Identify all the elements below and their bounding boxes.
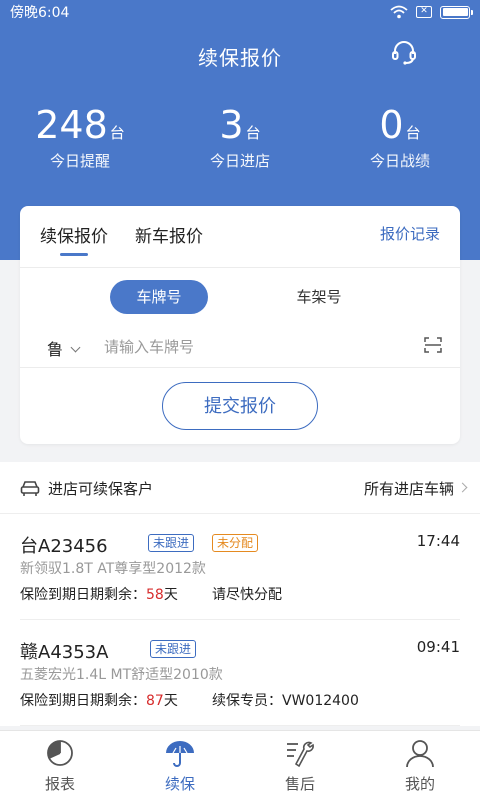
quote-tabs: 续保报价 新车报价 报价记录 [20,206,460,268]
stat-unit: 台 [245,124,261,142]
tab-label: 续保 [164,775,195,793]
user-icon [406,740,434,768]
umbrella-icon [166,741,194,767]
stat-label: 今日战绩 [369,152,430,170]
days-remaining: 58 [146,587,164,603]
status-badge: 未跟进 [148,534,195,552]
stat-label: 今日提醒 [49,152,110,170]
battery-level [442,8,468,16]
plate-input[interactable] [104,334,404,360]
list-item[interactable]: 赣A4353A 未跟进 09:41 五菱宏光1.4L MT舒适型2010款 保险… [20,620,460,726]
stat-value: 3 [219,103,244,147]
days-unit: 天 [163,587,178,603]
stat-unit: 台 [109,124,125,142]
search-type-toggle: 车牌号 车架号 [20,280,460,314]
car-icon [20,481,40,496]
days-remaining: 87 [146,693,164,709]
tab-renewal[interactable]: 续保 [120,731,240,800]
battery-icon [440,5,473,19]
tab-aftersales[interactable]: 售后 [240,731,360,800]
plate-number: 台A23456 [20,536,108,557]
report-icon [47,740,73,766]
status-time: 傍晚6:04 [10,5,70,21]
plate-number: 赣A4353A [20,642,109,663]
stat-unit: 台 [405,124,421,142]
quote-card: 续保报价 新车报价 报价记录 车牌号 车架号 鲁 提交报价 [20,206,460,444]
tab-label: 售后 [284,775,315,793]
customer-list: 台A23456 未跟进 未分配 17:44 新领驭1.8T AT尊享型2012款… [0,514,480,726]
no-sim-icon: ✕ [416,6,432,18]
insurance-expiry: 保险到期日期剩余：58天 [20,584,178,604]
tab-label: 报表 [44,775,75,793]
wrench-icon [287,741,314,768]
assign-note: 请尽快分配 [212,587,282,603]
tab-newcar-quote[interactable]: 新车报价 [135,222,203,247]
submit-quote-button[interactable]: 提交报价 [162,382,318,430]
stat-value: 248 [35,103,108,147]
status-badge: 未分配 [212,534,259,552]
all-vehicles-link[interactable]: 所有进店车辆 [364,478,454,499]
insurance-expiry: 保险到期日期剩余：87天 [20,690,178,710]
expiry-label: 保险到期日期剩余： [20,587,146,603]
tab-mine[interactable]: 我的 [360,731,480,800]
plate-input-row: 鲁 [20,330,460,368]
timestamp: 09:41 [416,638,460,656]
headset-icon[interactable] [390,39,418,67]
stat-value: 0 [379,103,404,147]
specialist-note: 续保专员：VW012400 [212,693,359,709]
vehicle-model: 五菱宏光1.4L MT舒适型2010款 [20,667,223,683]
days-unit: 天 [163,693,178,709]
list-header: 进店可续保客户 所有进店车辆 [0,462,480,514]
wifi-icon [390,5,408,19]
expiry-label: 保险到期日期剩余： [20,693,146,709]
scan-icon[interactable] [424,337,442,353]
stat-reminders[interactable]: 248 台 今日提醒 [0,104,160,171]
chevron-down-icon[interactable] [70,342,81,353]
status-badge: 未跟进 [150,640,197,658]
vin-option[interactable]: 车架号 [270,280,368,314]
list-title: 进店可续保客户 [48,480,154,498]
vehicle-model: 新领驭1.8T AT尊享型2012款 [20,561,206,577]
status-icons: ✕ [390,5,473,19]
list-item[interactable]: 台A23456 未跟进 未分配 17:44 新领驭1.8T AT尊享型2012款… [20,514,460,620]
timestamp: 17:44 [416,532,460,550]
stats-row: 248 台 今日提醒 3台 今日进店 0台 今日战绩 [0,104,480,171]
stat-label: 今日进店 [209,152,270,170]
tab-report[interactable]: 报表 [0,731,120,800]
chevron-right-icon[interactable] [457,482,468,493]
tab-renewal-quote[interactable]: 续保报价 [40,222,108,256]
plate-number-option[interactable]: 车牌号 [110,280,208,314]
status-bar: 傍晚6:04 ✕ [0,0,480,24]
stat-store-visits[interactable]: 3台 今日进店 [160,104,320,171]
tab-label: 我的 [404,775,435,793]
stat-results[interactable]: 0台 今日战绩 [320,104,480,171]
quote-records-link[interactable]: 报价记录 [380,223,440,244]
province-select[interactable]: 鲁 [47,336,63,360]
bottom-tab-bar: 报表 续保 售后 我的 [0,730,480,800]
